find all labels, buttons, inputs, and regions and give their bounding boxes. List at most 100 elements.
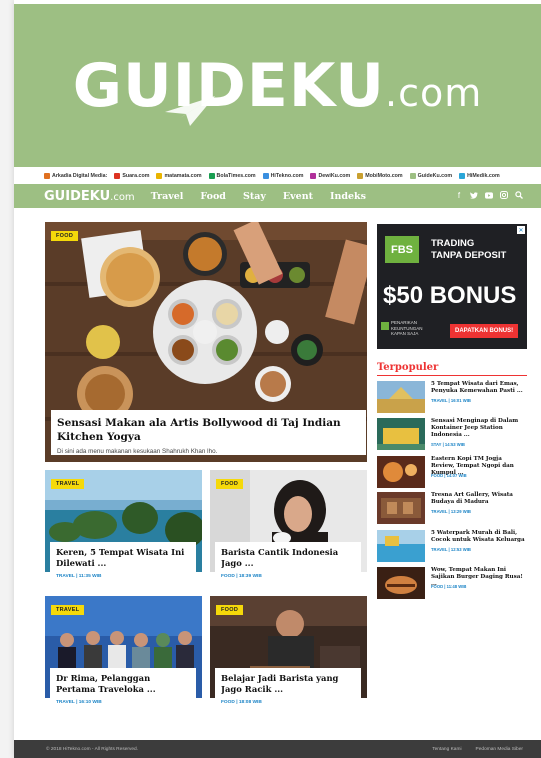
card-category[interactable]: FOOD (221, 700, 235, 705)
article-card[interactable]: FOOD Barista Cantik Indonesia Jago ... F… (210, 470, 367, 588)
partner-link[interactable]: DewiKu.com (310, 173, 350, 179)
card-meta: TRAVEL | 16:10 WIB (56, 700, 102, 705)
nav-item-stay[interactable]: Stay (243, 191, 266, 202)
article-card[interactable]: TRAVEL Keren, 5 Tempat Wisata Ini Dilewa… (45, 470, 202, 588)
partner-link[interactable]: Suara.com (114, 173, 149, 179)
popular-item[interactable]: Tresna Art Gallery, Wisata Budaya di Mad… (377, 492, 527, 524)
popular-category[interactable]: FOOD (431, 584, 443, 589)
popular-meta: FOOD | 11:48 WIB (431, 584, 467, 589)
search-icon[interactable] (515, 190, 523, 200)
card-title[interactable]: Belajar Jadi Barista yang Jago Racik ... (221, 673, 355, 697)
ad-headline-line1: TRADING (431, 238, 475, 249)
nav-item-event[interactable]: Event (283, 191, 313, 202)
card-category[interactable]: FOOD (221, 574, 235, 579)
nav-item-indeks[interactable]: Indeks (330, 191, 366, 202)
popular-title[interactable]: Sensasi Menginap di Dalam Kontainer Jeep… (431, 418, 527, 439)
popular-category[interactable]: STAY (431, 442, 441, 447)
ad-cta-button[interactable]: DAPATKAN BONUS! (450, 324, 519, 338)
card-time: 11:35 WIB (78, 574, 102, 579)
main-nav: GUIDEKU.com Travel Food Stay Event Indek… (14, 184, 541, 208)
card-title[interactable]: Dr Rima, Pelanggan Pertama Traveloka ... (56, 673, 190, 697)
article-card[interactable]: FOOD Belajar Jadi Barista yang Jago Raci… (210, 596, 367, 714)
card-category[interactable]: TRAVEL (56, 574, 75, 579)
ad-small-text: PENARIKAN KEUNTUNGAN KAPAN SAJA (391, 320, 423, 337)
popular-category[interactable]: TRAVEL (431, 547, 447, 552)
featured-caption: Sensasi Makan ala Artis Bollywood di Taj… (51, 410, 366, 455)
instagram-icon[interactable] (500, 190, 508, 200)
partner-strip: Arkadia Digital Media: Suara.com matamat… (14, 170, 541, 182)
featured-title[interactable]: Sensasi Makan ala Artis Bollywood di Taj… (57, 416, 360, 444)
popular-meta: TRAVEL | 13:29 WIB (431, 509, 471, 514)
twitter-icon[interactable] (470, 190, 478, 200)
partner-link[interactable]: HiMedik.com (459, 173, 500, 179)
nav-item-travel[interactable]: Travel (151, 191, 184, 202)
popular-meta: TRAVEL | 12:53 WIB (431, 547, 471, 552)
popular-thumb (377, 567, 425, 599)
himedik-icon (459, 173, 466, 179)
partner-link[interactable]: HiTekno.com (262, 173, 303, 179)
featured-article[interactable]: FOOD Sensasi Makan ala Artis Bollywood d… (45, 222, 367, 462)
category-tag[interactable]: FOOD (51, 231, 79, 241)
popular-meta: TRAVEL | 16:01 WIB (431, 398, 471, 403)
popular-item[interactable]: 5 Tempat Wisata dari Emas, Penyuka Kemew… (377, 381, 527, 413)
card-caption: Dr Rima, Pelanggan Pertama Traveloka ...… (50, 668, 196, 709)
popular-time: 13:29 WIB (450, 509, 471, 514)
partner-link[interactable]: GuideKu.com (409, 173, 452, 179)
popular-title[interactable]: 5 Waterpark Murah di Bali, Cocok untuk W… (431, 530, 527, 544)
nav-item-food[interactable]: Food (200, 191, 226, 202)
popular-title[interactable]: 5 Tempat Wisata dari Emas, Penyuka Kemew… (431, 381, 527, 395)
hero-logo[interactable]: GUIDEKU .com (73, 51, 483, 121)
hitekno-icon (262, 173, 269, 179)
site-footer: © 2018 HiTekno.com - All Rights Reserved… (14, 740, 541, 758)
card-title[interactable]: Keren, 5 Tempat Wisata Ini Dilewati ... (56, 547, 190, 571)
card-time: 18:39 WIB (238, 574, 262, 579)
ad-bonus: $50 BONUS (383, 282, 517, 309)
popular-item[interactable]: Sensasi Menginap di Dalam Kontainer Jeep… (377, 418, 527, 450)
ad-headline-line2: TANPA DEPOSIT (431, 250, 507, 261)
footer-link-guidelines[interactable]: Pedoman Media Siber (476, 747, 523, 752)
hero-banner[interactable]: GUIDEKU .com (14, 4, 541, 167)
popular-item[interactable]: Wow, Tempat Makan Ini Sajikan Burger Dag… (377, 567, 527, 599)
partner-label: matamata.com (164, 173, 202, 179)
category-tag[interactable]: TRAVEL (51, 605, 85, 615)
partner-link[interactable]: BolaTimes.com (208, 173, 256, 179)
facebook-icon[interactable]: f (455, 190, 463, 200)
popular-thumb (377, 492, 425, 524)
popular-heading: Terpopuler (377, 362, 439, 373)
footer-link-about[interactable]: Tentang Kami (432, 747, 461, 752)
bolatimes-icon (208, 173, 215, 179)
popular-item[interactable]: Eastern Kopi TM Jogja Review, Tempat Ngo… (377, 456, 527, 488)
popular-time: 14:07 WIB (446, 473, 467, 478)
popular-title[interactable]: Tresna Art Gallery, Wisata Budaya di Mad… (431, 492, 527, 506)
youtube-icon[interactable] (485, 190, 493, 200)
popular-thumb (377, 418, 425, 450)
card-caption: Belajar Jadi Barista yang Jago Racik ...… (215, 668, 361, 709)
matamata-icon (156, 173, 163, 179)
card-time: 16:10 WIB (78, 700, 102, 705)
partner-label: Suara.com (122, 173, 150, 179)
category-tag[interactable]: FOOD (216, 479, 244, 489)
article-card[interactable]: TRAVEL Dr Rima, Pelanggan Pertama Travel… (45, 596, 202, 714)
card-title[interactable]: Barista Cantik Indonesia Jago ... (221, 547, 355, 571)
partner-link[interactable]: matamata.com (156, 173, 202, 179)
card-meta: FOOD | 18:08 WIB (221, 700, 262, 705)
ad-close-icon[interactable]: ✕ (517, 226, 525, 234)
popular-category[interactable]: FOOD (431, 473, 443, 478)
footer-links: Tentang Kami Pedoman Media Siber (432, 747, 523, 752)
category-tag[interactable]: FOOD (216, 605, 244, 615)
popular-category[interactable]: TRAVEL (431, 398, 447, 403)
popular-item[interactable]: 5 Waterpark Murah di Bali, Cocok untuk W… (377, 530, 527, 562)
partner-label: DewiKu.com (318, 173, 351, 179)
advertisement[interactable]: ✕ FBS TRADING TANPA DEPOSIT $50 BONUS PE… (377, 224, 527, 349)
category-tag[interactable]: TRAVEL (51, 479, 85, 489)
featured-subtitle: Di sini ada menu makanan kesukaan Shahru… (57, 448, 218, 455)
card-category[interactable]: TRAVEL (56, 700, 75, 705)
popular-time: 11:48 WIB (446, 584, 467, 589)
partner-link[interactable]: MobiMoto.com (357, 173, 403, 179)
nav-logo[interactable]: GUIDEKU.com (44, 189, 135, 204)
nav-logo-name: GUIDEKU (44, 188, 111, 204)
popular-category[interactable]: TRAVEL (431, 509, 447, 514)
popular-thumb (377, 530, 425, 562)
card-caption: Barista Cantik Indonesia Jago ... FOOD |… (215, 542, 361, 583)
card-time: 18:08 WIB (238, 700, 262, 705)
